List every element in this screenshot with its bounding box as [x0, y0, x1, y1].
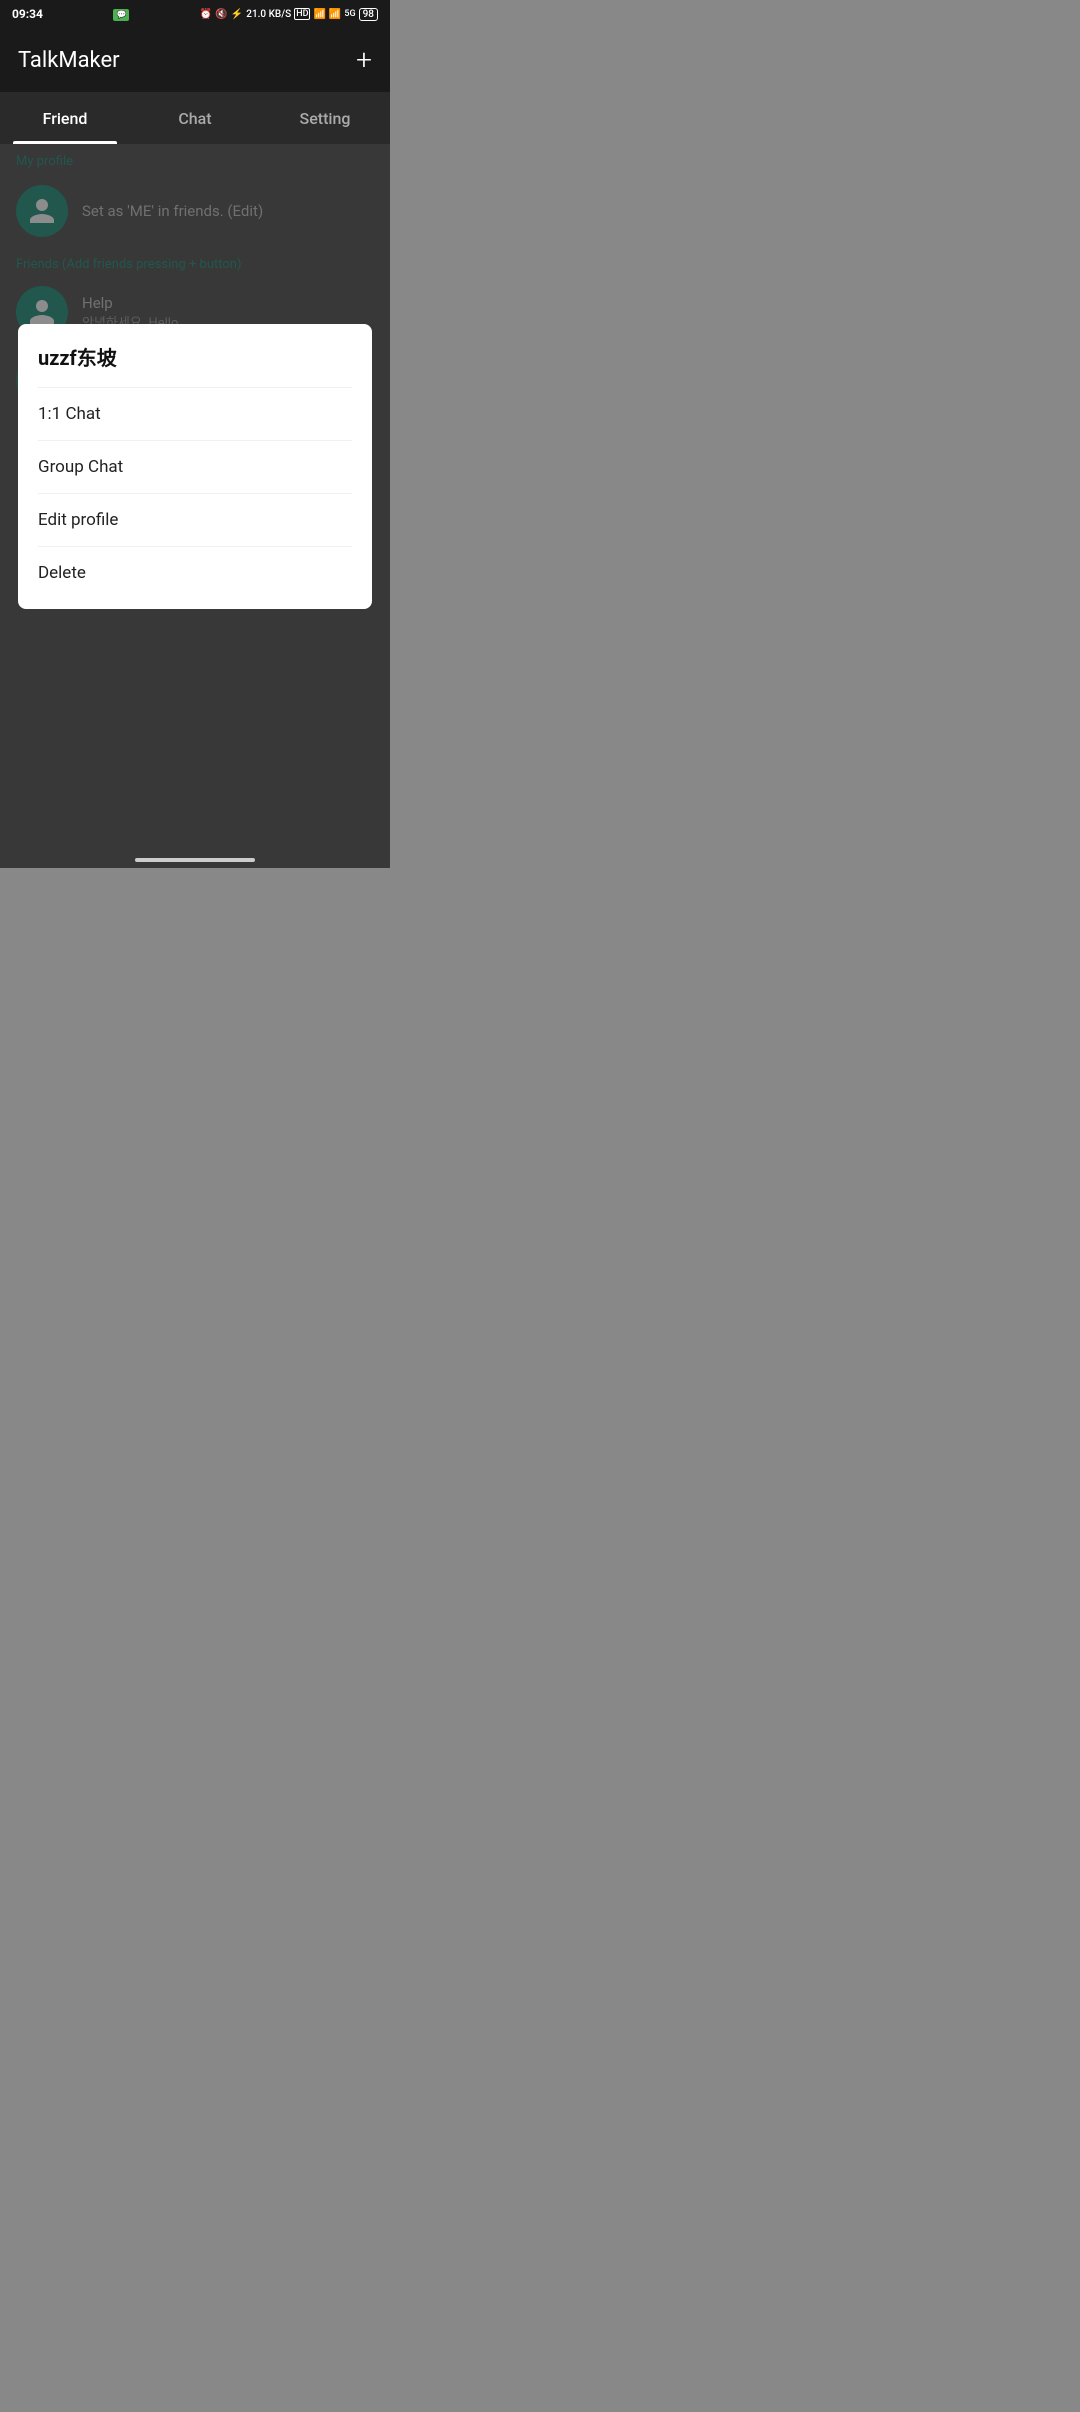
context-menu-item-group-chat[interactable]: Group Chat: [38, 440, 352, 493]
status-icons: ⏰ 🔇 ⚡ 21.0 KB/S HD 📶 📶 5G 98: [200, 8, 378, 21]
alarm-icon: ⏰: [200, 9, 212, 20]
context-menu-title: uzzf东坡: [38, 342, 352, 371]
mute-icon: 🔇: [215, 9, 227, 20]
wifi-icon: 📶: [313, 9, 325, 20]
5g-icon: 5G: [344, 9, 355, 19]
main-content: My profile Set as 'ME' in friends. (Edit…: [0, 144, 390, 868]
speed-label: 21.0 KB/S: [246, 9, 291, 20]
hd-icon: HD: [294, 8, 310, 20]
app-header: TalkMaker +: [0, 28, 390, 92]
tab-setting[interactable]: Setting: [260, 92, 390, 144]
battery-icon: 98: [359, 8, 378, 21]
status-bar: 09:34 💬 ⏰ 🔇 ⚡ 21.0 KB/S HD 📶 📶 5G 98: [0, 0, 390, 28]
app-title: TalkMaker: [18, 48, 120, 73]
status-msg-icon: 💬: [113, 7, 129, 21]
tab-chat[interactable]: Chat: [130, 92, 260, 144]
context-menu-item-one-on-one-chat[interactable]: 1:1 Chat: [38, 387, 352, 440]
tab-friend[interactable]: Friend: [0, 92, 130, 144]
add-button[interactable]: +: [356, 46, 372, 74]
context-menu-item-edit-profile[interactable]: Edit profile: [38, 493, 352, 546]
bluetooth-icon: ⚡: [231, 9, 243, 20]
home-indicator: [135, 858, 255, 862]
context-menu: uzzf东坡 1:1 Chat Group Chat Edit profile …: [18, 324, 372, 609]
tabs-bar: Friend Chat Setting: [0, 92, 390, 144]
context-menu-item-delete[interactable]: Delete: [38, 546, 352, 599]
signal-icon: 📶: [329, 9, 341, 20]
status-time: 09:34: [12, 7, 43, 21]
